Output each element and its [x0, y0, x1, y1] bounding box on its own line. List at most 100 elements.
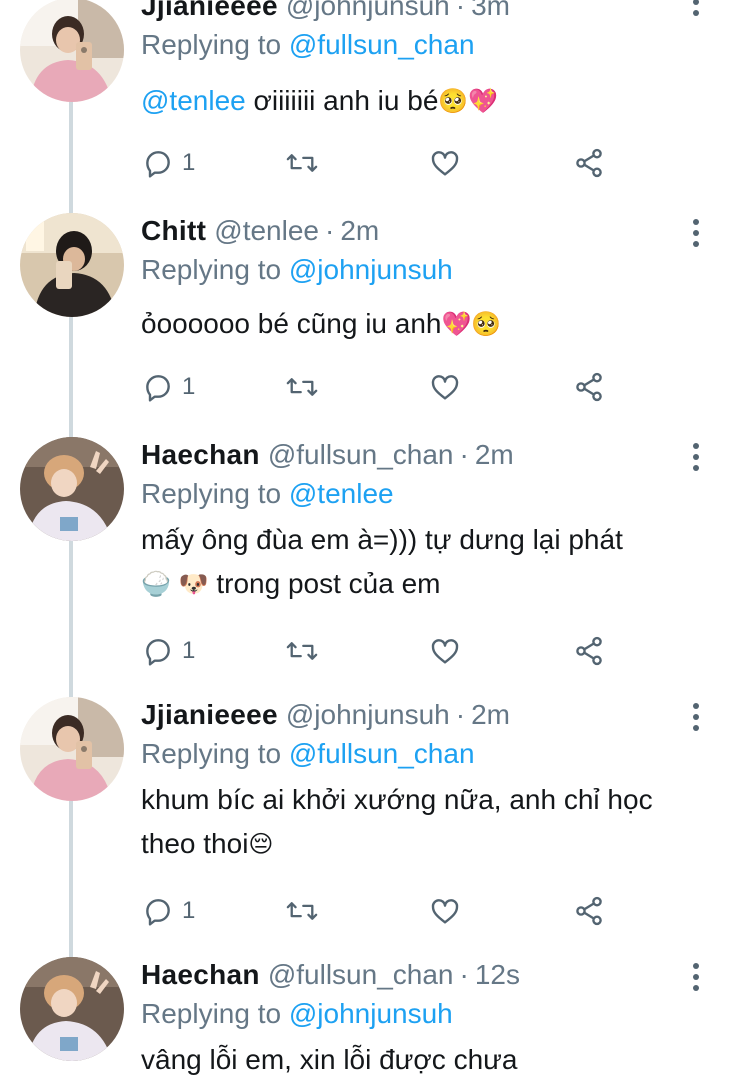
retweet-button[interactable]	[284, 891, 320, 931]
display-name[interactable]: Jjianieeee	[141, 0, 278, 21]
display-name[interactable]: Haechan	[141, 959, 260, 990]
replying-to: Replying to @johnjunsuh	[141, 996, 453, 1032]
tweet-text: mấy ông đùa em à=))) tự dưng lại phát 🍚 …	[141, 518, 701, 606]
tweet-header: Jjianieeee @johnjunsuh · 2m	[141, 697, 510, 733]
timestamp[interactable]: 2m	[471, 699, 510, 730]
tweet-text-line: ơiiiiiii anh iu bé	[253, 85, 439, 116]
tweet-header: Jjianieeee @johnjunsuh · 3m	[141, 0, 510, 24]
tweet-text-line-wrap: theo thoi😔	[141, 822, 701, 866]
timestamp[interactable]: 12s	[475, 959, 520, 990]
pleading-face-emoji: 🥺	[438, 87, 469, 115]
reply-icon	[146, 899, 170, 926]
tweet-text-line-wrap: 🍚 🐶 trong post của em	[141, 562, 701, 606]
more-vertical-icon[interactable]	[686, 443, 706, 477]
retweet-button[interactable]	[284, 367, 320, 407]
user-handle[interactable]: @fullsun_chan	[268, 439, 454, 470]
avatar-photo	[20, 437, 124, 541]
sparkling-heart-emoji: 💖	[468, 87, 499, 115]
tweet-actions: 1	[0, 367, 750, 407]
replying-to-mention[interactable]: @johnjunsuh	[289, 254, 453, 285]
reply-count: 1	[182, 897, 196, 924]
tweet-text: ỏoooooo bé cũng iu anh💖🥺	[141, 302, 701, 346]
display-name[interactable]: Jjianieeee	[141, 699, 278, 730]
display-name[interactable]: Haechan	[141, 439, 260, 470]
tweet-text-line: khum bíc ai khởi xướng nữa, anh chỉ học	[141, 784, 653, 815]
replying-to: Replying to @tenlee	[141, 476, 394, 512]
avatar[interactable]	[20, 213, 124, 317]
user-handle[interactable]: @tenlee	[214, 215, 319, 246]
tweet-text-line: vâng lỗi em, xin lỗi được chưa	[141, 1044, 518, 1075]
pleading-face-emoji: 🥺	[471, 310, 502, 338]
share-icon	[576, 896, 602, 926]
rice-emoji: 🍚	[141, 570, 171, 598]
reply-icon	[146, 151, 170, 178]
share-icon	[576, 636, 602, 666]
pensive-face-emoji: 😔	[248, 830, 274, 858]
like-button[interactable]	[428, 891, 462, 931]
share-button[interactable]	[573, 367, 605, 407]
like-button[interactable]	[428, 367, 462, 407]
retweet-icon	[286, 642, 318, 660]
avatar[interactable]	[20, 957, 124, 1061]
share-icon	[576, 148, 602, 178]
separator-dot: ·	[459, 439, 469, 470]
separator-dot: ·	[455, 0, 466, 21]
replying-to-label: Replying to	[141, 998, 282, 1029]
timestamp[interactable]: 2m	[475, 439, 514, 470]
avatar-photo	[20, 213, 124, 317]
replying-to-mention[interactable]: @fullsun_chan	[289, 738, 475, 769]
reply-icon	[146, 375, 170, 402]
share-button[interactable]	[573, 891, 605, 931]
reply-button[interactable]: 1	[142, 367, 195, 407]
user-handle[interactable]: @fullsun_chan	[268, 959, 454, 990]
retweet-icon	[286, 902, 318, 920]
share-icon	[576, 372, 602, 402]
like-button[interactable]	[428, 631, 462, 671]
timestamp[interactable]: 3m	[471, 0, 510, 21]
avatar-photo	[20, 697, 124, 801]
reply-count: 1	[182, 637, 196, 664]
timestamp[interactable]: 2m	[340, 215, 379, 246]
more-vertical-icon[interactable]	[686, 963, 706, 997]
retweet-button[interactable]	[284, 143, 320, 183]
tweet-header: Chitt @tenlee · 2m	[141, 213, 379, 249]
replying-to-mention[interactable]: @fullsun_chan	[289, 29, 475, 60]
dog-face-emoji: 🐶	[178, 570, 209, 598]
heart-icon	[431, 899, 459, 924]
share-button[interactable]	[573, 143, 605, 183]
display-name[interactable]: Chitt	[141, 215, 206, 246]
reply-button[interactable]: 1	[142, 631, 195, 671]
avatar[interactable]	[20, 437, 124, 541]
like-button[interactable]	[428, 143, 462, 183]
reply-button[interactable]: 1	[142, 891, 195, 931]
reply-thread-feed: Jjianieeee @johnjunsuh · 3m Replying to @fu…	[0, 0, 750, 1080]
tweet-text: vâng lỗi em, xin lỗi được chưa	[141, 1038, 701, 1080]
user-handle[interactable]: @johnjunsuh	[286, 699, 450, 730]
tweet-text-line: theo thoi	[141, 828, 249, 859]
more-vertical-icon[interactable]	[686, 703, 706, 737]
replying-to-label: Replying to	[141, 254, 282, 285]
replying-to-mention[interactable]: @johnjunsuh	[289, 998, 453, 1029]
separator-dot: ·	[459, 959, 469, 990]
avatar[interactable]	[20, 697, 124, 801]
reply-button[interactable]: 1	[142, 143, 195, 183]
avatar[interactable]	[20, 0, 124, 102]
heart-icon	[431, 375, 459, 400]
share-button[interactable]	[573, 631, 605, 671]
body-mention[interactable]: @tenlee	[141, 85, 246, 116]
reply-count: 1	[182, 373, 196, 400]
replying-to-label: Replying to	[141, 738, 282, 769]
replying-to-mention[interactable]: @tenlee	[289, 478, 394, 509]
tweet-text: khum bíc ai khởi xướng nữa, anh chỉ học …	[141, 778, 701, 866]
separator-dot: ·	[455, 699, 466, 730]
avatar-photo	[20, 0, 124, 102]
user-handle[interactable]: @johnjunsuh	[286, 0, 450, 21]
replying-to: Replying to @johnjunsuh	[141, 252, 453, 288]
tweet-text-line: mấy ông đùa em à=))) tự dưng lại phát	[141, 524, 623, 555]
replying-to-label: Replying to	[141, 29, 282, 60]
retweet-button[interactable]	[284, 631, 320, 671]
tweet-text-line: trong post của em	[216, 568, 441, 599]
reply-count: 1	[182, 149, 196, 176]
more-vertical-icon[interactable]	[686, 0, 706, 22]
more-vertical-icon[interactable]	[686, 219, 706, 253]
